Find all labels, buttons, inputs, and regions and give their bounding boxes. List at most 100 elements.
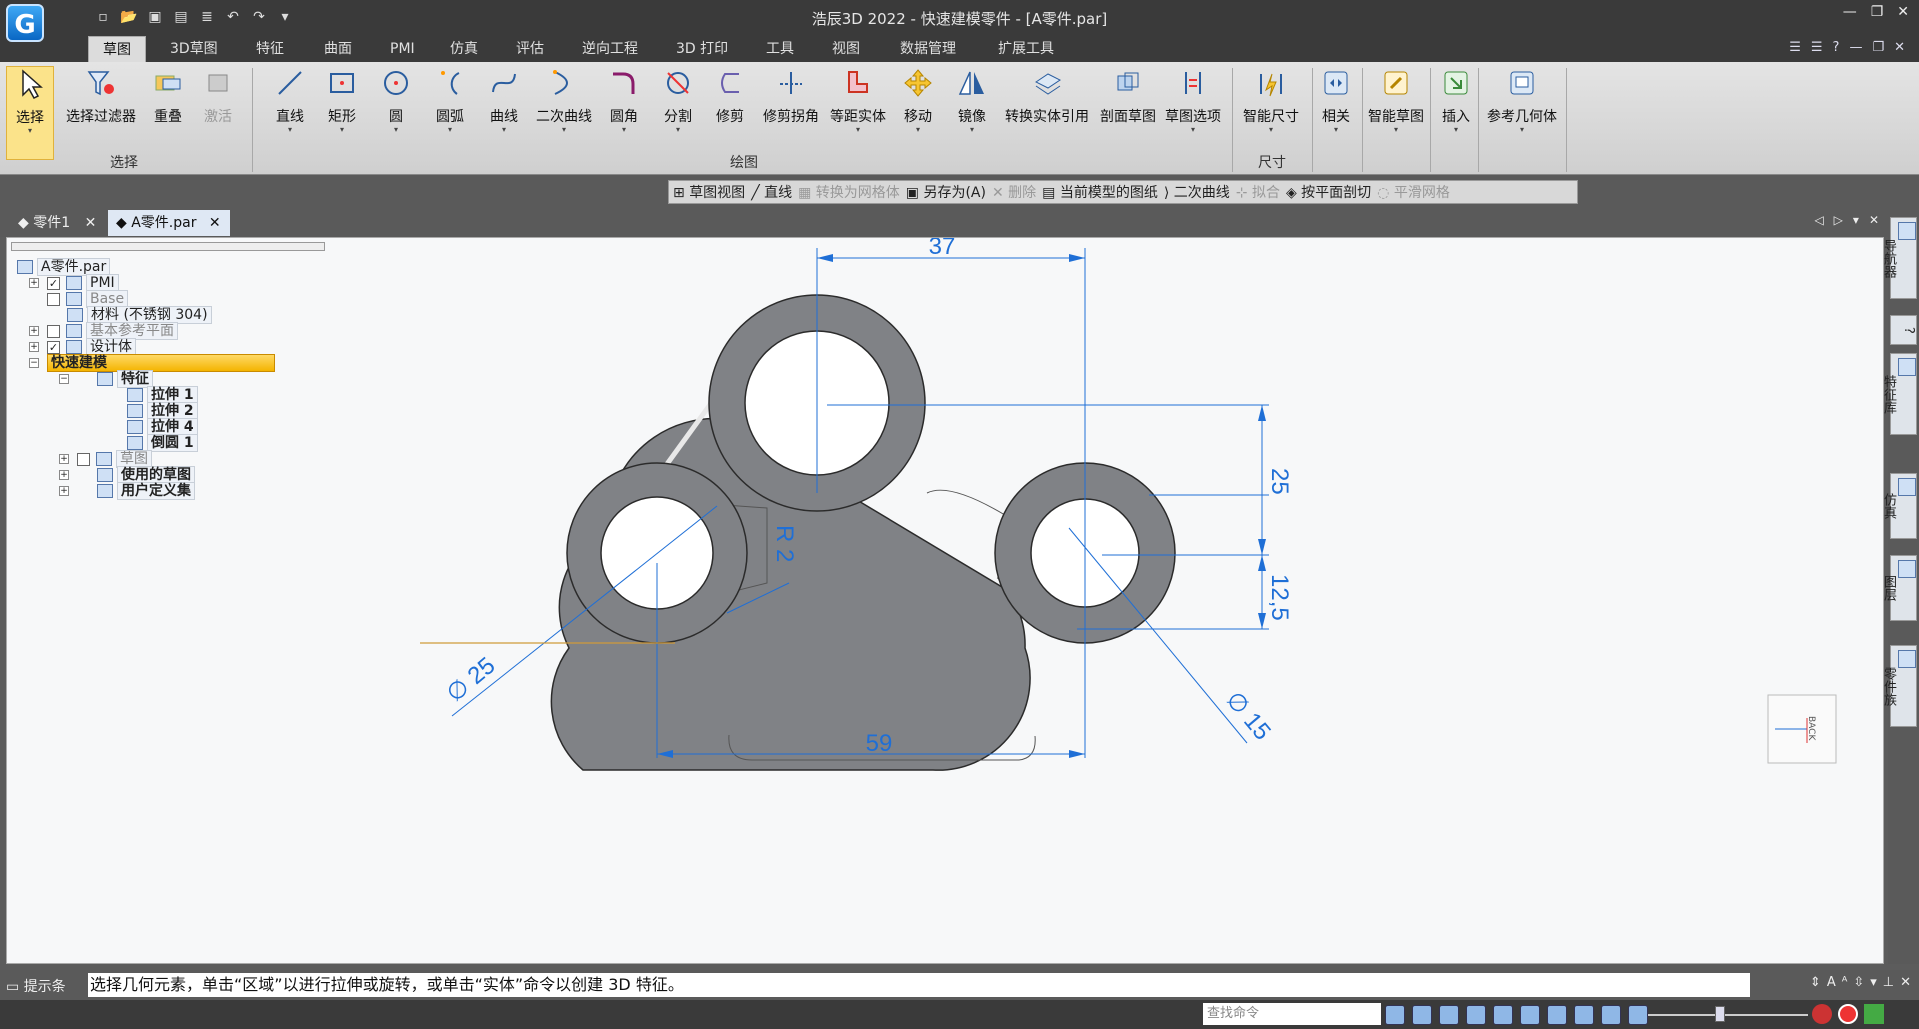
smart-dimension-button[interactable]: 智能尺寸 ▾	[1238, 66, 1304, 134]
tab-3d-sketch[interactable]: 3D草图	[156, 36, 232, 62]
collapse-icon[interactable]: −	[59, 374, 69, 384]
line-button[interactable]: 直线 ▾	[270, 66, 310, 134]
ribbon-options-icon[interactable]: ☰	[1789, 40, 1801, 55]
insert-button[interactable]: 插入 ▾	[1436, 66, 1476, 134]
ctx-line[interactable]: ╱ 直线	[751, 182, 792, 202]
tree-splitter[interactable]	[11, 242, 325, 251]
record-icon[interactable]	[1838, 1004, 1858, 1024]
tab-pmi[interactable]: PMI	[376, 36, 429, 62]
visibility-checkbox[interactable]	[77, 452, 90, 466]
move-button[interactable]: 移动 ▾	[898, 66, 938, 134]
render-icon[interactable]	[1601, 1005, 1621, 1025]
close-prompt-icon[interactable]: ✕	[1900, 975, 1911, 990]
doc-close-icon[interactable]: ✕	[1894, 40, 1905, 55]
tab-tools[interactable]: 工具	[752, 36, 808, 62]
select-filter-button[interactable]: 选择过滤器	[62, 66, 140, 126]
circle-button[interactable]: 圆 ▾	[376, 66, 416, 134]
download-icon[interactable]	[1864, 1004, 1884, 1024]
app-logo[interactable]: G	[6, 4, 44, 42]
tab-surface[interactable]: 曲面	[310, 36, 366, 62]
scroll-updown-icon[interactable]: ⇕	[1810, 975, 1821, 990]
zoom-slider[interactable]	[1648, 1014, 1808, 1016]
side-tab-simulation[interactable]: 仿真	[1881, 473, 1917, 539]
ctx-plane-section[interactable]: ◈ 按平面剖切	[1286, 182, 1371, 202]
view-orient-icon[interactable]	[1547, 1005, 1567, 1025]
font-down-icon[interactable]: ᴬ	[1842, 975, 1848, 990]
sketch-options-button[interactable]: 草图选项 ▾	[1162, 66, 1224, 134]
expand-icon[interactable]: +	[29, 278, 39, 288]
side-tab-part-family[interactable]: 零件族	[1881, 645, 1917, 727]
collapse-icon[interactable]: −	[29, 358, 39, 368]
fit-icon[interactable]	[1466, 1005, 1486, 1025]
dimension-12-5[interactable]: 12,5	[1266, 574, 1293, 621]
view-cube[interactable]: BACK	[1767, 694, 1837, 764]
arc-button[interactable]: 圆弧 ▾	[428, 66, 472, 134]
visibility-checkbox[interactable]	[47, 292, 60, 306]
tab-extensions[interactable]: 扩展工具	[984, 36, 1068, 62]
ctx-delete[interactable]: ✕ 删除	[992, 182, 1036, 202]
shaded-icon[interactable]	[1574, 1005, 1594, 1025]
sketch-view-icon[interactable]	[1520, 1005, 1540, 1025]
expand-icon[interactable]: +	[59, 486, 69, 496]
tab-3d-print[interactable]: 3D 打印	[662, 36, 742, 62]
visibility-checkbox[interactable]: ✓	[47, 340, 60, 354]
expand-icon[interactable]: +	[29, 326, 39, 336]
visibility-checkbox[interactable]	[47, 324, 60, 338]
ctx-convert-mesh[interactable]: ▦ 转换为网格体	[798, 182, 900, 202]
zoom-area-icon[interactable]	[1412, 1005, 1432, 1025]
curve-button[interactable]: 曲线 ▾	[482, 66, 526, 134]
ctx-fit[interactable]: ⊹ 拟合	[1236, 182, 1280, 202]
dimension-r2[interactable]: R 2	[771, 525, 798, 562]
rectangle-button[interactable]: 矩形 ▾	[322, 66, 362, 134]
tab-view[interactable]: 视图	[818, 36, 874, 62]
side-tab-navigator[interactable]: 导航器	[1881, 217, 1917, 299]
doc-minimize-icon[interactable]: —	[1849, 40, 1862, 55]
video-icon[interactable]	[1812, 1004, 1832, 1024]
close-tab-icon[interactable]: ✕	[209, 215, 221, 231]
trim-button[interactable]: 修剪	[710, 66, 750, 126]
expand-icon[interactable]: +	[29, 342, 39, 352]
ctx-sketch-view[interactable]: ⊞ 草图视图	[673, 182, 745, 202]
close-tab-icon[interactable]: ✕	[85, 215, 97, 231]
section-view-icon[interactable]	[1628, 1005, 1648, 1025]
help-icon[interactable]: ?	[1833, 40, 1840, 55]
expand-icon[interactable]: +	[59, 470, 69, 480]
ctx-current-drawing[interactable]: ▤ 当前模型的图纸	[1042, 182, 1158, 202]
tab-simulation[interactable]: 仿真	[436, 36, 492, 62]
tab-prev-icon[interactable]: ◁	[1814, 213, 1823, 227]
expand-icon[interactable]: +	[59, 454, 69, 464]
visibility-checkbox[interactable]: ✓	[47, 276, 60, 290]
tab-data-management[interactable]: 数据管理	[886, 36, 970, 62]
ctx-save-as[interactable]: ▣ 另存为(A)	[906, 182, 986, 202]
side-tab-layers[interactable]: 图层	[1881, 555, 1917, 621]
close-doc-icon[interactable]: ✕	[1869, 213, 1879, 227]
tab-sketch[interactable]: 草图	[88, 36, 146, 62]
fillet-button[interactable]: 圆角 ▾	[604, 66, 644, 134]
side-tab-feature-library[interactable]: 特征库	[1881, 353, 1917, 435]
doc-tab-a-part[interactable]: ◆ A零件.par ✕	[108, 210, 230, 236]
mirror-button[interactable]: 镜像 ▾	[952, 66, 992, 134]
dimension-59[interactable]: 59	[866, 730, 893, 757]
pan-icon[interactable]	[1385, 1005, 1405, 1025]
tree-item-user-sets[interactable]: + 用户定义集	[59, 482, 195, 500]
close-icon[interactable]: ✕	[1897, 4, 1909, 20]
minimize-icon[interactable]: —	[1843, 4, 1857, 20]
zoom-slider-thumb[interactable]	[1715, 1006, 1725, 1022]
side-tab-help[interactable]: ?	[1890, 315, 1917, 345]
font-up-icon[interactable]: A	[1827, 975, 1836, 990]
offset-entity-button[interactable]: 等距实体 ▾	[826, 66, 890, 134]
activate-button[interactable]: 激活	[198, 66, 238, 126]
rotate-icon[interactable]	[1493, 1005, 1513, 1025]
dimension-diameter-25[interactable]: ∅ 25	[442, 652, 501, 708]
prompt-menu-icon[interactable]: ▾	[1870, 975, 1877, 990]
dimension-25[interactable]: 25	[1266, 468, 1293, 495]
section-sketch-button[interactable]: 剖面草图	[1096, 66, 1160, 126]
restore-icon[interactable]: ❐	[1871, 4, 1884, 20]
doc-restore-icon[interactable]: ❐	[1872, 40, 1884, 55]
expand-prompt-icon[interactable]: ⇳	[1853, 975, 1864, 990]
ribbon-layout-icon[interactable]: ☰	[1811, 40, 1823, 55]
relations-button[interactable]: 相关 ▾	[1316, 66, 1356, 134]
sketch-canvas[interactable]: 37 59 25 12,5 R 2 ∅ 25 ∅ 15 BACK	[7, 238, 1883, 963]
select-button[interactable]: 选择 ▾	[6, 66, 54, 160]
conic-button[interactable]: 二次曲线 ▾	[532, 66, 596, 134]
